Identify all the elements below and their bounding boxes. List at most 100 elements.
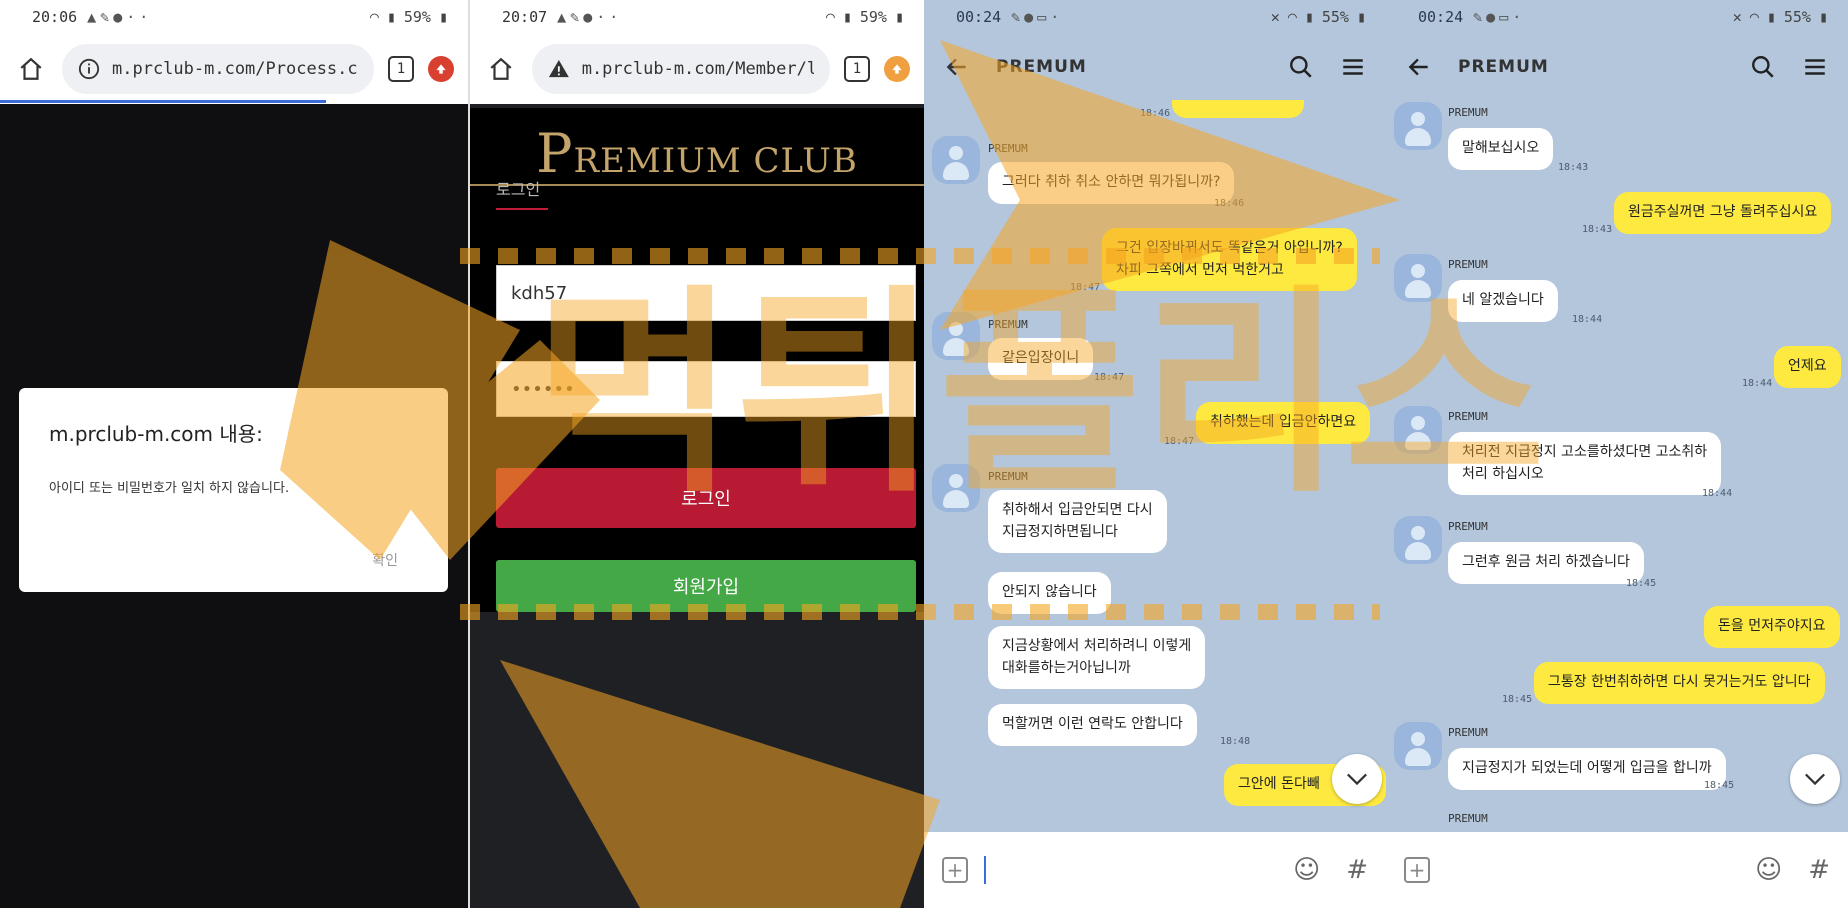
menu-icon[interactable] [1802,54,1828,80]
battery-text: 59% [859,8,887,26]
screenshot-collage: 20:06 ▲✎●·· ◠ ▮ 59% ▮ m.prclub-m.com/Pro… [0,0,1848,908]
message-bubble: 지급정지가 되었는데 어떻게 입금을 합니까 [1448,748,1726,790]
url-text: m.prclub-m.com/Process.c [112,59,358,79]
sender-name: PREMUM [1448,726,1488,739]
avatar [932,464,980,512]
sender-name: PREMUM [988,318,1028,331]
message-bubble: 돈을 먼저주야지요 [1704,606,1840,648]
chat-body: 18:46 PREMUM 그러다 취하 취소 안하면 뭐가됩니까? 18:46 … [924,100,1386,832]
home-icon[interactable] [484,52,518,86]
tab-switcher-icon[interactable]: 1 [844,56,870,82]
panel-alert: 20:06 ▲✎●·· ◠ ▮ 59% ▮ m.prclub-m.com/Pro… [0,0,468,908]
sender-name: PREMUM [988,142,1028,155]
login-tab[interactable]: 로그인 [496,176,540,200]
join-button[interactable]: 회원가입 [496,560,916,612]
message-time: 18:43 [1558,162,1589,173]
chat-input-bar: + ☺ # [924,832,1386,908]
message-time: 18:44 [1702,488,1733,499]
signal-icon: ▮ [842,8,852,26]
url-bar[interactable]: m.prclub-m.com/Process.c [62,44,374,94]
message-bubble: 처리전 지급정지 고소를하셨다면 고소취하 처리 하십시오 [1448,432,1722,496]
message-time: 18:46 [1214,198,1245,209]
notification-icons: ▲✎●·· [557,8,623,26]
url-bar[interactable]: m.prclub-m.com/Member/l [532,44,830,94]
message-time: 18:47 [1070,282,1101,293]
chat-title: PREMUM [996,57,1087,77]
info-icon [78,58,100,80]
battery-icon: ▮ [1356,8,1366,26]
chat-header: PREMUM [1386,34,1848,100]
avatar [1394,254,1442,302]
tab-switcher-icon[interactable]: 1 [388,56,414,82]
message-bubble-partial [1172,100,1304,118]
scroll-down-button[interactable] [1332,754,1382,804]
emoji-icon[interactable]: ☺ [1755,855,1782,885]
password-input[interactable]: •••••• [496,361,916,417]
browser-toolbar: m.prclub-m.com/Member/l 1 [470,34,924,104]
mute-icon: ✕ [1732,8,1742,26]
battery-text: 55% [1783,8,1811,26]
dialog-message: 아이디 또는 비밀번호가 일치 하지 않습니다. [49,481,290,496]
back-arrow-icon[interactable] [1406,54,1432,80]
signal-icon: ▮ [386,8,396,26]
sender-name: PREMUM [1448,106,1488,119]
menu-icon[interactable] [1340,54,1366,80]
emoji-icon[interactable]: ☺ [1293,855,1320,885]
home-icon[interactable] [14,52,48,86]
signal-icon: ▮ [1766,8,1776,26]
message-time: 18:44 [1572,314,1603,325]
chat-input-bar: + ☺ # [1386,832,1848,908]
message-bubble: 원금주실꺼면 그냥 돌려주십시요 [1614,192,1832,234]
message-input[interactable] [984,856,986,884]
signal-icon: ▮ [1304,8,1314,26]
plus-icon[interactable]: + [1404,857,1430,883]
update-icon[interactable] [884,56,910,82]
message-time: 18:44 [1742,378,1773,389]
avatar [1394,516,1442,564]
message-time: 18:46 [1140,108,1171,119]
hash-icon[interactable]: # [1346,855,1368,885]
panel-login: 20:07 ▲✎●·· ◠ ▮ 59% ▮ m.prclub-m.com/Mem… [468,0,924,908]
mute-icon: ✕ [1270,8,1280,26]
message-bubble: 네 알겠습니다 [1448,280,1558,322]
message-time: 18:45 [1626,578,1657,589]
avatar [1394,722,1442,770]
dialog-ok-button[interactable]: 확인 [372,550,398,570]
page-load-progress [0,100,326,103]
chat-header: PREMUM [924,34,1386,100]
plus-icon[interactable]: + [942,857,968,883]
status-time: 20:07 [502,8,548,26]
url-text: m.prclub-m.com/Member/l [581,59,814,79]
sender-name: PREMUM [1448,812,1488,825]
login-tab-underline [496,208,548,210]
avatar [932,136,980,184]
notification-icons: ✎●▭· [1473,8,1526,26]
sender-name: PREMUM [988,470,1028,483]
back-arrow-icon[interactable] [944,54,970,80]
message-bubble: 취하했는데 입금안하면요 [1196,402,1371,444]
battery-text: 55% [1321,8,1349,26]
login-button[interactable]: 로그인 [496,468,916,528]
status-time: 00:24 [956,8,1002,26]
notification-icons: ✎●▭· [1011,8,1064,26]
status-bar: 20:07 ▲✎●·· ◠ ▮ 59% ▮ [470,0,924,34]
sender-name: PREMUM [1448,258,1488,271]
chat-body: PREMUM 말해보십시오 18:43 원금주실꺼면 그냥 돌려주십시요 18:… [1386,100,1848,832]
scroll-down-button[interactable] [1790,754,1840,804]
message-bubble: 그통장 한번취하하면 다시 못거는거도 압니다 [1534,662,1825,704]
battery-icon: ▮ [894,8,904,26]
search-icon[interactable] [1750,54,1776,80]
avatar [932,312,980,360]
message-bubble: 취하해서 입금안되면 다시 지급정지하면됩니다 [988,490,1167,554]
message-bubble: 그건 입장바뀌서도 똑같은거 아입니까? 차피 그쪽에서 먼저 먹한거고 [1102,228,1357,292]
warning-icon [548,59,569,78]
message-bubble: 그러다 취하 취소 안하면 뭐가됩니까? [988,162,1235,204]
sender-name: PREMUM [1448,410,1488,423]
hash-icon[interactable]: # [1808,855,1830,885]
search-icon[interactable] [1288,54,1314,80]
id-input[interactable]: kdh57 [496,265,916,321]
avatar [1394,102,1442,150]
update-icon[interactable] [428,56,454,82]
panel-chat-1: 00:24 ✎●▭· ✕ ◠ ▮ 55% ▮ PREMUM 18:46 PREM… [924,0,1386,908]
sender-name: PREMUM [1448,520,1488,533]
